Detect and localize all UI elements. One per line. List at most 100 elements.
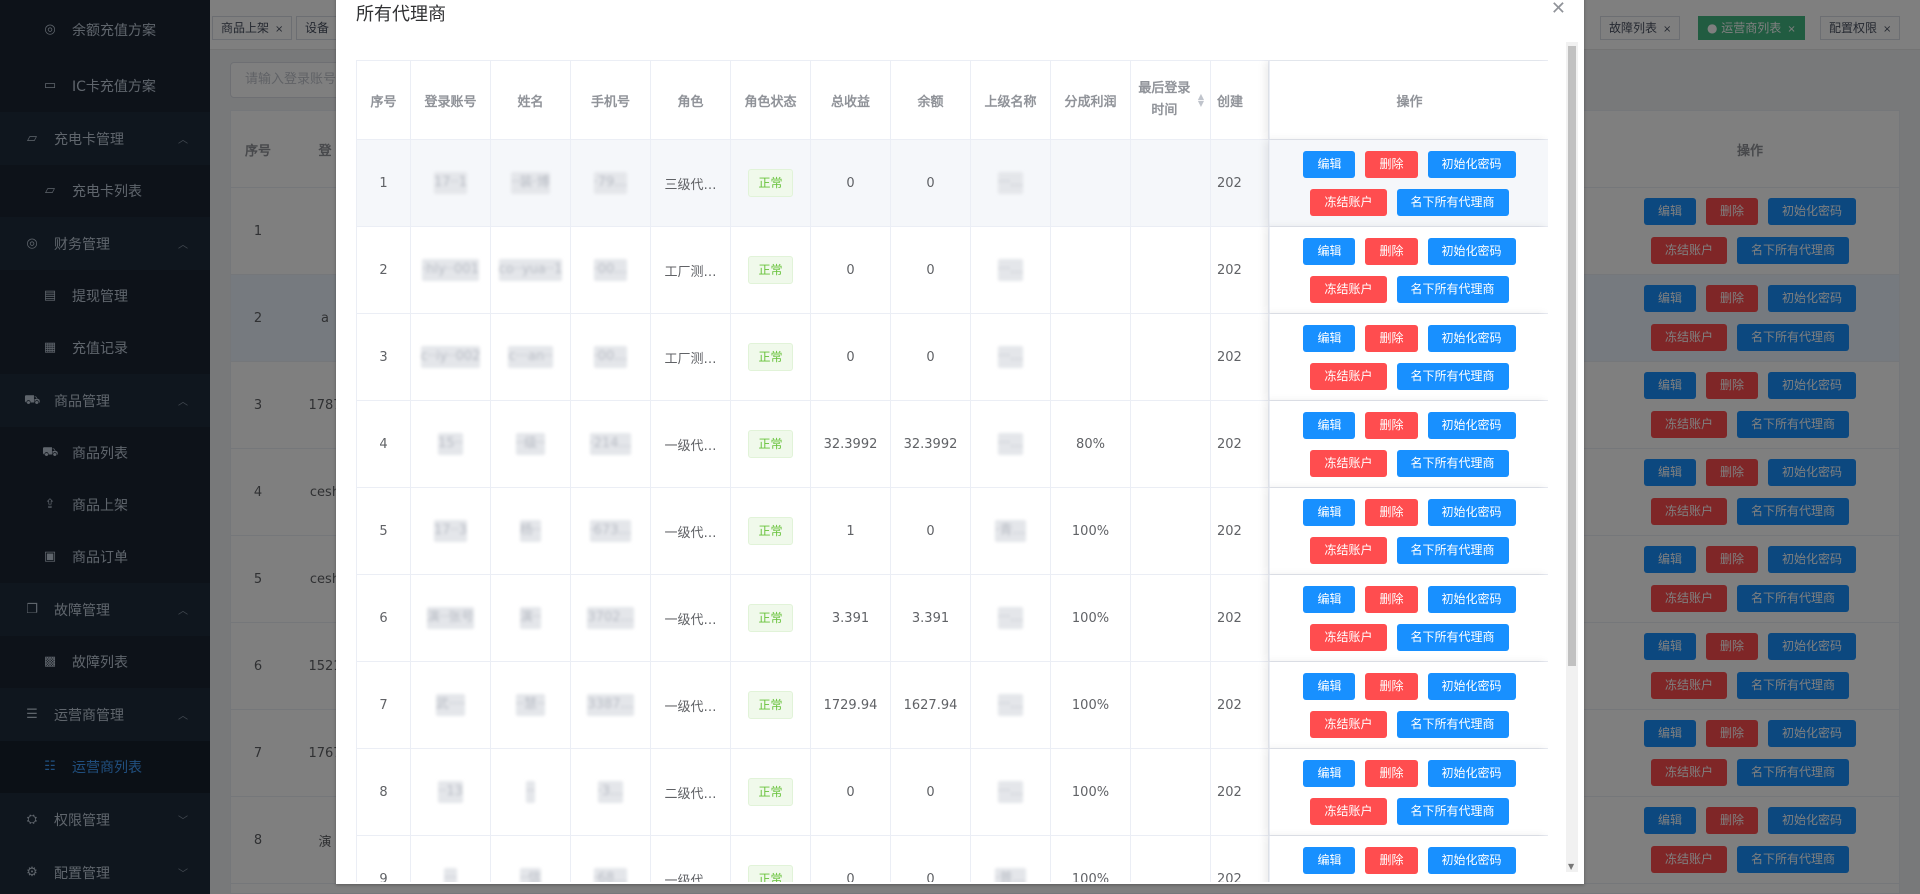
cell-last_login — [1131, 401, 1211, 487]
cell-account: ··13 — [411, 749, 491, 835]
cell-balance: 1627.94 — [891, 662, 971, 748]
reset-password-button[interactable]: 初始化密码 — [1427, 498, 1516, 526]
edit-button[interactable]: 编辑 — [1303, 846, 1356, 874]
cell-created: 202 — [1211, 662, 1269, 748]
row-actions: 编辑删除初始化密码冻结账户名下所有代理商 — [1269, 575, 1548, 661]
dialog-body: 序号 登录账号 姓名 手机号 角色 角色状态 总收益 余额 上级名称 分成利润 … — [356, 60, 1548, 882]
cell-created: 202 — [1211, 314, 1269, 400]
cell-role: 一级代… — [651, 401, 731, 487]
subordinate-agents-button[interactable]: 名下所有代理商 — [1396, 449, 1509, 477]
cell-phone: ·214… — [571, 401, 651, 487]
freeze-account-button[interactable]: 冻结账户 — [1310, 188, 1387, 216]
subordinate-agents-button[interactable]: 名下所有代理商 — [1396, 623, 1509, 651]
masked-value: c··iy··002 — [420, 346, 481, 368]
reset-password-button[interactable]: 初始化密码 — [1427, 150, 1516, 178]
reset-password-button[interactable]: 初始化密码 — [1427, 324, 1516, 352]
delete-button[interactable]: 删除 — [1365, 846, 1418, 874]
delete-button[interactable]: 删除 — [1365, 498, 1418, 526]
subordinate-agents-button[interactable]: 名下所有代理商 — [1396, 536, 1509, 564]
cell-name: 杨·· — [491, 488, 571, 574]
reset-password-button[interactable]: 初始化密码 — [1427, 846, 1516, 874]
freeze-account-button[interactable]: 冻结账户 — [1310, 536, 1387, 564]
cell-last_login — [1131, 662, 1211, 748]
cell-index: 5 — [357, 488, 411, 574]
cell-income: 1 — [811, 488, 891, 574]
reset-password-button[interactable]: 初始化密码 — [1427, 411, 1516, 439]
edit-button[interactable]: 编辑 — [1303, 759, 1356, 787]
masked-value: 杨·· — [519, 520, 542, 542]
cell-balance: 0 — [891, 314, 971, 400]
row-actions: 编辑删除初始化密码冻结账户名下所有代理商 — [1269, 488, 1548, 574]
delete-button[interactable]: 删除 — [1365, 585, 1418, 613]
cell-name: c···an·· — [491, 314, 571, 400]
freeze-account-button[interactable]: 冻结账户 — [1310, 275, 1387, 303]
sort-icon[interactable]: ▲ ▼ — [1198, 93, 1204, 108]
subordinate-agents-button[interactable]: 名下所有代理商 — [1396, 188, 1509, 216]
cell-balance: 0 — [891, 140, 971, 226]
edit-button[interactable]: 编辑 — [1303, 237, 1356, 265]
delete-button[interactable]: 删除 — [1365, 150, 1418, 178]
row-actions: 编辑删除初始化密码冻结账户名下所有代理商 — [1269, 227, 1548, 313]
edit-button[interactable]: 编辑 — [1303, 672, 1356, 700]
col-created: 创建 — [1211, 61, 1269, 139]
col-ops: 操作 — [1269, 61, 1548, 139]
cell-name: ··装·博 — [491, 140, 571, 226]
cell-share: 100% — [1051, 488, 1131, 574]
cell-account: 演··张号 — [411, 575, 491, 661]
close-icon[interactable]: ✕ — [1551, 0, 1566, 19]
cell-status: 正常 — [731, 401, 811, 487]
edit-button[interactable]: 编辑 — [1303, 585, 1356, 613]
delete-button[interactable]: 删除 — [1365, 672, 1418, 700]
reset-password-button[interactable]: 初始化密码 — [1427, 672, 1516, 700]
cell-income: 0 — [811, 749, 891, 835]
cell-status: 正常 — [731, 749, 811, 835]
freeze-account-button[interactable]: 冻结账户 — [1310, 449, 1387, 477]
reset-password-button[interactable]: 初始化密码 — [1427, 237, 1516, 265]
freeze-account-button[interactable]: 冻结账户 — [1310, 623, 1387, 651]
scroll-down-arrow-icon[interactable]: ▼ — [1568, 862, 1574, 871]
edit-button[interactable]: 编辑 — [1303, 411, 1356, 439]
freeze-account-button[interactable]: 冻结账户 — [1310, 710, 1387, 738]
cell-index: 3 — [357, 314, 411, 400]
cell-balance: 0 — [891, 749, 971, 835]
table-row: 6 演··张号 演·· 3702… 一级代… 正常 3.391 3.391 ···… 100% 20… — [357, 575, 1548, 662]
cell-name: ··慧·· — [491, 662, 571, 748]
masked-value: 3387… — [587, 694, 634, 716]
cell-account: 武···· — [411, 662, 491, 748]
edit-button[interactable]: 编辑 — [1303, 150, 1356, 178]
delete-button[interactable]: 删除 — [1365, 324, 1418, 352]
delete-button[interactable]: 删除 — [1365, 759, 1418, 787]
cell-status: 正常 — [731, 314, 811, 400]
masked-value: ··13 — [438, 781, 463, 803]
table-row: 2 ·hly··001 co··yua··1·00… 工厂测… 正常 0 0 ···… 202 编… — [357, 227, 1548, 314]
delete-button[interactable]: 删除 — [1365, 411, 1418, 439]
subordinate-agents-button[interactable]: 名下所有代理商 — [1396, 797, 1509, 825]
masked-value: ·hly··001 — [422, 259, 479, 281]
reset-password-button[interactable]: 初始化密码 — [1427, 585, 1516, 613]
delete-button[interactable]: 删除 — [1365, 237, 1418, 265]
cell-phone: ·79… — [571, 140, 651, 226]
masked-value: ···… — [997, 607, 1024, 629]
masked-value: ···… — [997, 433, 1024, 455]
masked-value: ·214… — [589, 433, 632, 455]
masked-value: ··慧·· — [515, 694, 546, 716]
cell-balance: 32.3992 — [891, 401, 971, 487]
masked-value: ·79… — [593, 172, 628, 194]
cell-phone: ·00… — [571, 314, 651, 400]
edit-button[interactable]: 编辑 — [1303, 498, 1356, 526]
subordinate-agents-button[interactable]: 名下所有代理商 — [1396, 710, 1509, 738]
scrollbar-thumb[interactable] — [1568, 46, 1576, 666]
freeze-account-button[interactable]: 冻结账户 — [1310, 797, 1387, 825]
subordinate-agents-button[interactable]: 名下所有代理商 — [1396, 275, 1509, 303]
reset-password-button[interactable]: 初始化密码 — [1427, 759, 1516, 787]
freeze-account-button[interactable]: 冻结账户 — [1310, 362, 1387, 390]
cell-status: 正常 — [731, 575, 811, 661]
status-badge: 正常 — [748, 604, 793, 632]
cell-income: 0 — [811, 140, 891, 226]
masked-value: ·00… — [593, 259, 628, 281]
edit-button[interactable]: 编辑 — [1303, 324, 1356, 352]
subordinate-agents-button[interactable]: 名下所有代理商 — [1396, 362, 1509, 390]
col-last-login[interactable]: 最后登录时间 ▲ ▼ — [1131, 61, 1211, 139]
cell-created: 202 — [1211, 227, 1269, 313]
masked-value: ·00… — [593, 346, 628, 368]
